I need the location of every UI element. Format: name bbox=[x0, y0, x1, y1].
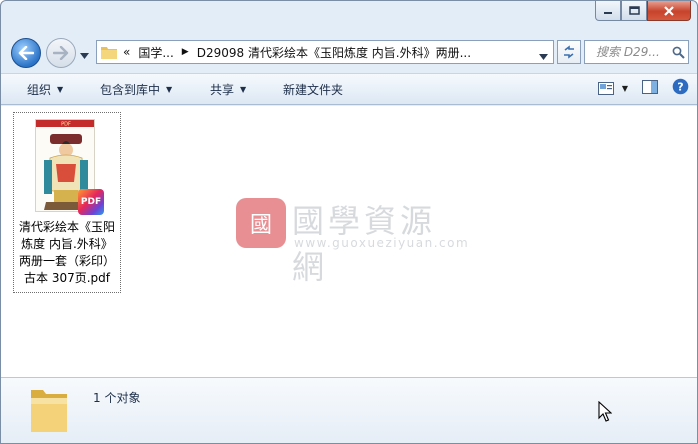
breadcrumb-separator-icon[interactable]: ▶ bbox=[182, 47, 189, 57]
search-box[interactable] bbox=[584, 40, 689, 64]
preview-pane-button[interactable] bbox=[642, 79, 658, 97]
view-controls: ▼ ? bbox=[597, 78, 689, 98]
share-label: 共享 bbox=[210, 82, 235, 97]
address-dropdown[interactable] bbox=[539, 49, 548, 63]
breadcrumb-overflow[interactable]: « bbox=[123, 45, 130, 59]
command-bar: 组织 ▼ 包含到库中 ▼ 共享 ▼ 新建文件夹 ▼ ? bbox=[1, 73, 697, 105]
help-button[interactable]: ? bbox=[672, 78, 689, 98]
file-name-line: 炼度 内旨.外科》 bbox=[21, 237, 113, 251]
search-input[interactable] bbox=[596, 45, 670, 59]
watermark-seal-logo: 國 bbox=[236, 198, 286, 248]
pdf-badge-icon: PDF bbox=[78, 189, 104, 215]
file-name-label[interactable]: 清代彩绘本《玉阳 炼度 内旨.外科》 两册一套（彩印） 古本 307页.pdf bbox=[14, 219, 120, 287]
new-folder-label: 新建文件夹 bbox=[283, 82, 344, 97]
folder-icon bbox=[31, 390, 67, 432]
share-menu[interactable]: 共享 ▼ bbox=[202, 76, 254, 102]
recent-pages-dropdown[interactable] bbox=[80, 48, 89, 62]
minimize-button[interactable] bbox=[595, 1, 621, 21]
thumb-header: PDF bbox=[61, 122, 71, 128]
caption-buttons bbox=[595, 1, 691, 21]
maximize-button[interactable] bbox=[621, 1, 647, 21]
refresh-icon bbox=[564, 45, 574, 59]
maximize-icon bbox=[628, 6, 640, 15]
pdf-badge-label: PDF bbox=[80, 197, 102, 207]
file-item[interactable]: PDF PDF 清代彩绘本《玉阳 炼度 内旨.外科》 两册一套（彩印） 古本 3… bbox=[13, 112, 121, 293]
refresh-button[interactable] bbox=[557, 40, 581, 64]
organize-menu[interactable]: 组织 ▼ bbox=[19, 76, 71, 102]
dropdown-icon bbox=[539, 54, 548, 60]
address-bar[interactable]: « 国学... ▶ D29098 清代彩绘本《玉阳炼度 内旨.外科》两册... bbox=[96, 40, 554, 64]
dropdown-icon bbox=[80, 53, 89, 59]
include-in-library-menu[interactable]: 包含到库中 ▼ bbox=[92, 76, 180, 102]
chevron-down-icon: ▼ bbox=[57, 84, 64, 94]
watermark-seal-char: 國 bbox=[249, 213, 272, 238]
minimize-icon bbox=[604, 11, 612, 14]
svg-text:?: ? bbox=[677, 81, 683, 94]
chevron-down-icon: ▼ bbox=[621, 83, 628, 93]
organize-label: 组织 bbox=[27, 82, 52, 97]
preview-pane-icon bbox=[642, 79, 658, 94]
watermark-url: www.guoxueziyuan.com bbox=[294, 236, 470, 250]
close-button[interactable] bbox=[647, 1, 691, 21]
forward-arrow-icon bbox=[53, 46, 69, 60]
chevron-down-icon: ▼ bbox=[166, 84, 173, 94]
breadcrumb-item-current[interactable]: D29098 清代彩绘本《玉阳炼度 内旨.外科》两册... bbox=[197, 44, 471, 61]
watermark: 國 國學資源網 www.guoxueziyuan.com bbox=[236, 198, 470, 286]
forward-button[interactable] bbox=[46, 38, 76, 68]
folder-icon bbox=[101, 47, 117, 59]
breadcrumb-item-root[interactable]: 国学... bbox=[138, 44, 173, 61]
include-in-library-label: 包含到库中 bbox=[100, 82, 161, 97]
chevron-down-icon: ▼ bbox=[240, 84, 247, 94]
back-arrow-icon bbox=[18, 46, 34, 60]
view-options-icon bbox=[597, 81, 614, 95]
file-name-line: 古本 307页.pdf bbox=[24, 271, 110, 285]
navigation-bar: « 国学... ▶ D29098 清代彩绘本《玉阳炼度 内旨.外科》两册... bbox=[1, 37, 697, 68]
mouse-cursor-icon bbox=[598, 401, 612, 422]
file-name-line: 清代彩绘本《玉阳 bbox=[18, 220, 115, 234]
file-list-area[interactable]: PDF PDF 清代彩绘本《玉阳 炼度 内旨.外科》 两册一套（彩印） 古本 3… bbox=[1, 106, 697, 377]
search-icon[interactable] bbox=[672, 46, 685, 59]
file-name-line: 两册一套（彩印） bbox=[18, 254, 115, 268]
help-icon: ? bbox=[672, 78, 689, 95]
new-folder-button[interactable]: 新建文件夹 bbox=[275, 76, 351, 102]
close-icon bbox=[664, 5, 674, 16]
change-view-button[interactable]: ▼ bbox=[597, 81, 628, 95]
back-button[interactable] bbox=[11, 38, 41, 68]
breadcrumb: « 国学... ▶ D29098 清代彩绘本《玉阳炼度 内旨.外科》两册... bbox=[123, 44, 471, 61]
details-pane: 1 个对象 bbox=[1, 377, 697, 443]
explorer-window: « 国学... ▶ D29098 清代彩绘本《玉阳炼度 内旨.外科》两册... … bbox=[0, 0, 698, 444]
item-count: 1 个对象 bbox=[93, 391, 141, 405]
